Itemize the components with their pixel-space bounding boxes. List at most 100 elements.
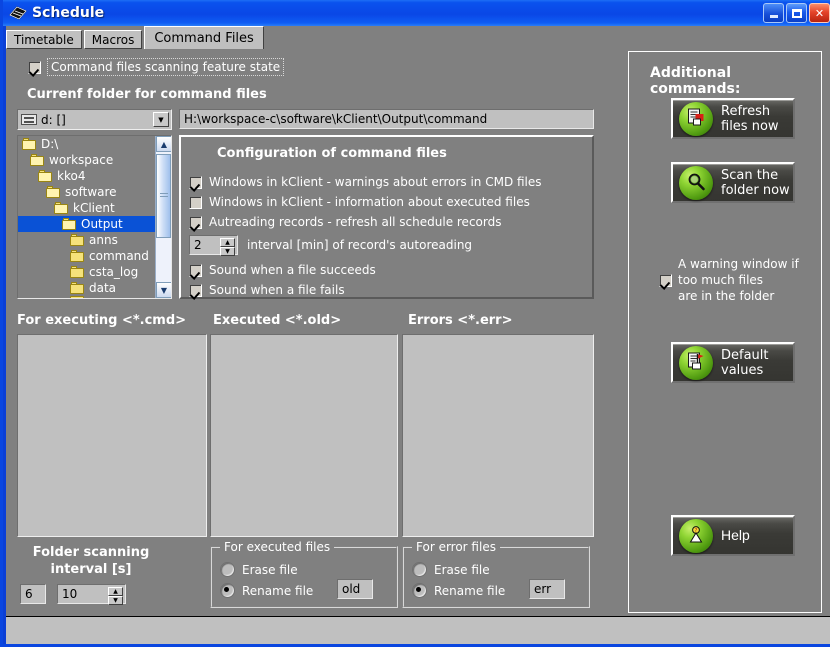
scrollbar-thumb[interactable] — [156, 154, 171, 238]
chevron-down-icon[interactable]: ▼ — [153, 112, 169, 127]
magnifier-icon — [679, 165, 713, 200]
tree-node[interactable] — [18, 296, 155, 298]
option-warnings-cmd-row[interactable]: Windows in kClient - warnings about erro… — [189, 175, 542, 189]
option-info-executed-row[interactable]: Windows in kClient - information about e… — [189, 195, 530, 209]
sound-success-checkbox[interactable] — [189, 263, 202, 277]
client-area: Command files scanning feature state Cur… — [6, 49, 830, 616]
error-extension-field[interactable]: err — [529, 579, 565, 599]
additional-commands-panel: Additional commands: Refresh files now S… — [628, 51, 822, 613]
option-autoreading-label: Autreading records - refresh all schedul… — [209, 215, 502, 229]
option-info-executed-checkbox[interactable] — [189, 195, 202, 209]
warning-window-checkbox[interactable] — [659, 273, 672, 287]
list-panel-errors[interactable] — [402, 334, 594, 537]
error-erase-row[interactable]: Erase file — [412, 562, 490, 577]
tree-node[interactable]: software — [18, 184, 155, 200]
tree-node[interactable]: csta_log — [18, 264, 155, 280]
tree-node[interactable]: D:\ — [18, 136, 155, 152]
tab-command-files[interactable]: Command Files — [144, 26, 264, 49]
minimize-button[interactable] — [763, 3, 784, 23]
option-info-executed-label: Windows in kClient - information about e… — [209, 195, 530, 209]
executed-erase-row[interactable]: Erase file — [220, 562, 298, 577]
warning-window-row[interactable]: A warning window if too much files are i… — [659, 256, 799, 304]
scanning-current-field: 6 — [20, 584, 46, 604]
folder-open-icon — [46, 186, 61, 198]
maximize-button[interactable] — [786, 3, 807, 23]
tree-node-label: software — [65, 185, 117, 199]
command-path-field[interactable]: H:\workspace-c\software\kClient\Output\c… — [179, 109, 594, 129]
sound-fail-row[interactable]: Sound when a file fails — [189, 283, 345, 297]
executed-rename-radio[interactable] — [220, 583, 235, 598]
scanning-spinner-buttons[interactable]: ▲ ▼ — [108, 587, 123, 605]
tab-timetable[interactable]: Timetable — [6, 30, 82, 49]
list-header-errors: Errors <*.err> — [408, 313, 513, 328]
tree-node-label: kko4 — [57, 169, 86, 183]
warning-window-label: A warning window if too much files are i… — [678, 256, 799, 304]
option-autoreading-checkbox[interactable] — [189, 215, 202, 229]
scanning-heading: Folder scanning interval [s] — [26, 544, 156, 578]
feature-state-checkbox[interactable] — [28, 60, 41, 74]
folder-tree[interactable]: D:\ workspace kko4 software kClient Outp… — [17, 135, 172, 299]
error-rename-radio[interactable] — [412, 583, 427, 598]
default-values-button[interactable]: Default values — [671, 342, 795, 383]
folder-open-icon — [22, 138, 37, 150]
list-panel-executed[interactable] — [210, 334, 398, 537]
option-autoreading-row[interactable]: Autreading records - refresh all schedul… — [189, 215, 501, 229]
scan-folder-label: Scan the folder now — [721, 167, 790, 198]
error-files-group: For error files Erase file Rename file e… — [402, 540, 590, 608]
sound-success-label: Sound when a file succeeds — [209, 263, 376, 277]
feature-state-row[interactable]: Command files scanning feature state — [28, 58, 285, 76]
spinner-up-icon[interactable]: ▲ — [220, 238, 235, 247]
interval-row: 2 ▲ ▼ interval [min] of record's autorea… — [189, 235, 472, 256]
status-bar — [6, 616, 830, 644]
additional-commands-heading: Additional commands: — [650, 65, 741, 97]
spinner-up-icon[interactable]: ▲ — [108, 587, 123, 596]
drive-combo[interactable]: d: [] ▼ — [17, 109, 172, 130]
scanning-interval-spinner[interactable]: 10 ▲ ▼ — [57, 584, 126, 605]
tree-node[interactable]: command — [18, 248, 155, 264]
executed-extension-value: old — [342, 582, 361, 596]
scan-folder-button[interactable]: Scan the folder now — [671, 162, 795, 203]
list-header-executed: Executed <*.old> — [213, 313, 342, 328]
help-button[interactable]: ? Help — [671, 515, 795, 556]
tab-strip: Timetable Macros Command Files — [6, 26, 830, 49]
current-folder-heading: Currenf folder for command files — [27, 87, 267, 102]
folder-icon — [70, 266, 85, 278]
sound-success-row[interactable]: Sound when a file succeeds — [189, 263, 376, 277]
folder-open-icon — [54, 202, 69, 214]
spinner-down-icon[interactable]: ▼ — [108, 596, 123, 605]
refresh-files-button[interactable]: Refresh files now — [671, 98, 795, 139]
spinner-down-icon[interactable]: ▼ — [220, 247, 235, 256]
error-erase-label: Erase file — [434, 562, 490, 577]
scroll-up-icon[interactable]: ▲ — [156, 136, 171, 152]
tree-node[interactable]: kko4 — [18, 168, 155, 184]
executed-erase-label: Erase file — [242, 562, 298, 577]
interval-spinner[interactable]: 2 ▲ ▼ — [189, 235, 238, 256]
list-panel-executing[interactable] — [17, 334, 207, 537]
error-rename-row[interactable]: Rename file — [412, 583, 505, 598]
tree-node-label: csta_log — [89, 265, 139, 279]
tree-node[interactable]: kClient — [18, 200, 155, 216]
option-warnings-cmd-label: Windows in kClient - warnings about erro… — [209, 175, 542, 189]
tree-node-label: data — [89, 281, 117, 295]
tree-node[interactable]: workspace — [18, 152, 155, 168]
folder-icon — [70, 250, 85, 262]
interval-value: 2 — [194, 238, 202, 252]
window-title: Schedule — [32, 5, 105, 21]
interval-spinner-buttons[interactable]: ▲ ▼ — [220, 238, 235, 256]
close-button[interactable]: ✕ — [809, 3, 830, 23]
executed-files-group-title: For executed files — [220, 540, 335, 554]
scroll-down-icon[interactable]: ▼ — [156, 282, 171, 298]
tree-node[interactable]: anns — [18, 232, 155, 248]
executed-extension-field[interactable]: old — [337, 579, 373, 599]
tree-scrollbar[interactable]: ▲ ▼ — [155, 136, 171, 298]
tree-node-selected[interactable]: Output — [18, 216, 155, 232]
executed-rename-row[interactable]: Rename file — [220, 583, 313, 598]
tab-macros[interactable]: Macros — [83, 30, 143, 49]
option-warnings-cmd-checkbox[interactable] — [189, 175, 202, 189]
help-icon: ? — [679, 518, 713, 553]
sound-fail-checkbox[interactable] — [189, 283, 202, 297]
default-values-icon — [679, 345, 713, 380]
error-erase-radio[interactable] — [412, 562, 427, 577]
tree-node[interactable]: data — [18, 280, 155, 296]
executed-erase-radio[interactable] — [220, 562, 235, 577]
